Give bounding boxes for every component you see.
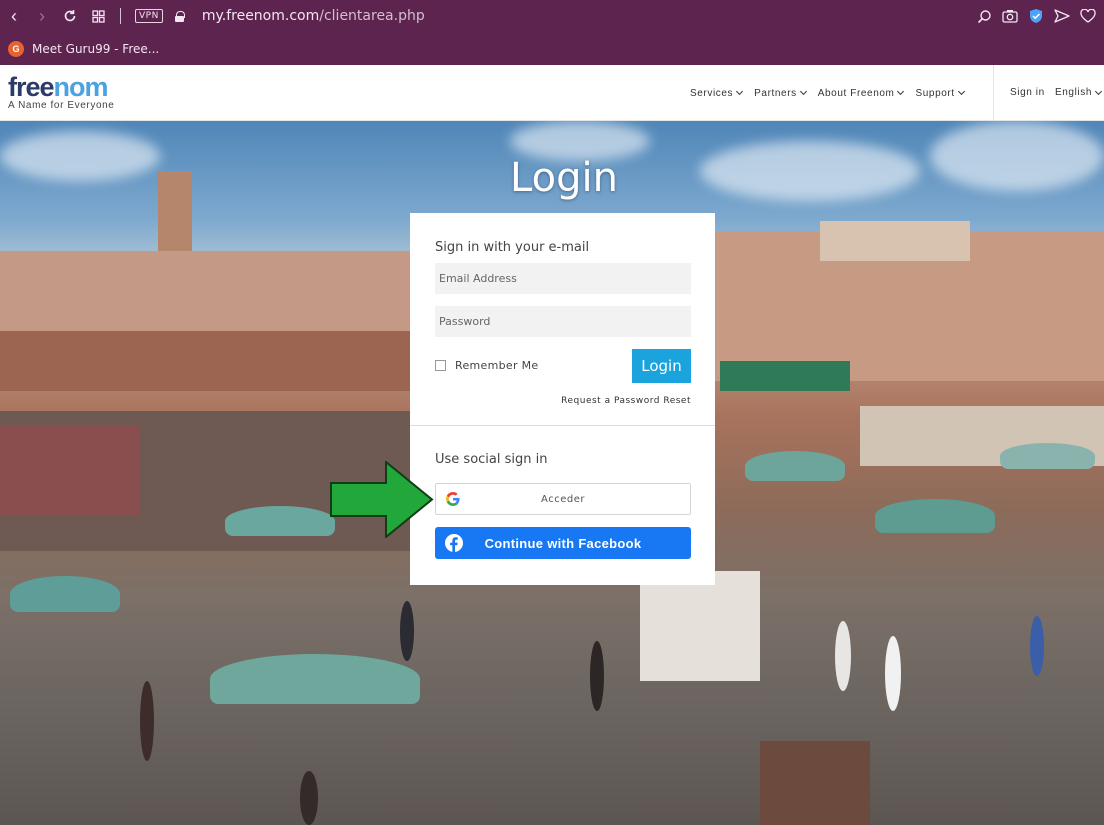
bookmark-favicon: G xyxy=(8,40,24,57)
clothing-stall xyxy=(0,426,140,516)
chevron-down-icon xyxy=(736,87,744,96)
person xyxy=(300,771,318,825)
card-divider xyxy=(410,425,715,426)
forward-icon[interactable]: › xyxy=(28,2,56,30)
logo-part-free: free xyxy=(8,72,55,102)
person xyxy=(400,601,414,661)
logo-tagline: A Name for Everyone xyxy=(8,100,115,111)
social-signin-heading: Use social sign in xyxy=(435,452,548,467)
password-reset-link[interactable]: Request a Password Reset xyxy=(561,396,691,406)
freenom-logo[interactable]: freenom A Name for Everyone xyxy=(8,73,114,111)
google-icon xyxy=(446,492,460,506)
google-signin-button[interactable]: Acceder xyxy=(435,483,691,515)
umbrella xyxy=(210,654,420,704)
browser-toolbar: ‹ › VPN my.freenom.com/clientarea.php xyxy=(0,0,1104,32)
nav-services-label: Services xyxy=(690,87,734,99)
remember-me-checkbox[interactable] xyxy=(435,360,446,371)
nav-partners[interactable]: Partners xyxy=(754,87,807,99)
nav-support[interactable]: Support xyxy=(915,87,965,99)
building xyxy=(0,331,410,391)
green-arrow-icon xyxy=(330,461,434,538)
zoom-icon[interactable] xyxy=(974,6,994,26)
url-path: /clientarea.php xyxy=(319,8,425,24)
remember-me[interactable]: Remember Me xyxy=(435,359,538,372)
chevron-down-icon xyxy=(897,87,905,96)
facebook-signin-button[interactable]: Continue with Facebook xyxy=(435,527,691,559)
nav-support-label: Support xyxy=(915,87,955,99)
chevron-down-icon xyxy=(1094,87,1103,95)
shield-icon[interactable] xyxy=(1026,6,1046,26)
bookmark-item[interactable]: Meet Guru99 - Free... xyxy=(32,42,159,56)
google-signin-label: Acceder xyxy=(541,493,585,505)
language-selector[interactable]: English xyxy=(1055,87,1103,98)
sign-in-link[interactable]: Sign in xyxy=(1010,87,1045,98)
heart-icon[interactable] xyxy=(1078,6,1098,26)
bookmarks-bar: G Meet Guru99 - Free... xyxy=(0,32,1104,65)
umbrella xyxy=(745,451,845,481)
language-label: English xyxy=(1055,87,1092,98)
facebook-signin-label: Continue with Facebook xyxy=(484,535,642,551)
back-icon[interactable]: ‹ xyxy=(0,2,28,30)
person xyxy=(1030,616,1044,676)
camera-icon[interactable] xyxy=(1000,6,1020,26)
email-signin-heading: Sign in with your e-mail xyxy=(435,240,590,255)
chevron-down-icon xyxy=(799,87,807,96)
logo-wordmark: freenom xyxy=(8,73,114,101)
person xyxy=(885,636,901,711)
person xyxy=(590,641,604,711)
remember-me-label[interactable]: Remember Me xyxy=(455,359,538,372)
umbrella xyxy=(1000,443,1095,469)
email-input[interactable] xyxy=(435,263,691,294)
awning xyxy=(720,361,850,391)
main-nav: Services Partners About Freenom Support xyxy=(690,65,976,121)
toolbar-separator xyxy=(120,8,121,24)
nav-services[interactable]: Services xyxy=(690,87,744,99)
nav-partners-label: Partners xyxy=(754,87,797,99)
login-card: Sign in with your e-mail Remember Me Log… xyxy=(410,213,715,585)
umbrella xyxy=(875,499,995,533)
chevron-down-icon xyxy=(957,87,965,96)
address-bar[interactable]: my.freenom.com/clientarea.php xyxy=(202,8,425,24)
umbrella xyxy=(225,506,335,536)
site-header: freenom A Name for Everyone Services Par… xyxy=(0,65,1104,121)
url-host: my.freenom.com xyxy=(201,8,320,24)
nav-about[interactable]: About Freenom xyxy=(817,87,905,99)
lock-icon[interactable] xyxy=(174,10,185,22)
nav-divider xyxy=(993,65,994,121)
vpn-badge[interactable]: VPN xyxy=(135,9,163,23)
white-tent xyxy=(640,571,760,681)
tabs-grid-icon[interactable] xyxy=(84,2,112,30)
reload-icon[interactable] xyxy=(56,2,84,30)
login-button[interactable]: Login xyxy=(632,349,691,383)
umbrella xyxy=(10,576,120,612)
horse-carriage xyxy=(760,741,870,825)
page-title: Login xyxy=(510,155,618,201)
nav-about-label: About Freenom xyxy=(817,87,895,99)
facebook-icon xyxy=(445,534,463,552)
logo-part-nom: nom xyxy=(53,72,109,102)
person xyxy=(140,681,154,761)
building-roof xyxy=(820,221,970,261)
person xyxy=(835,621,851,691)
send-icon[interactable] xyxy=(1052,6,1072,26)
password-input[interactable] xyxy=(435,306,691,337)
